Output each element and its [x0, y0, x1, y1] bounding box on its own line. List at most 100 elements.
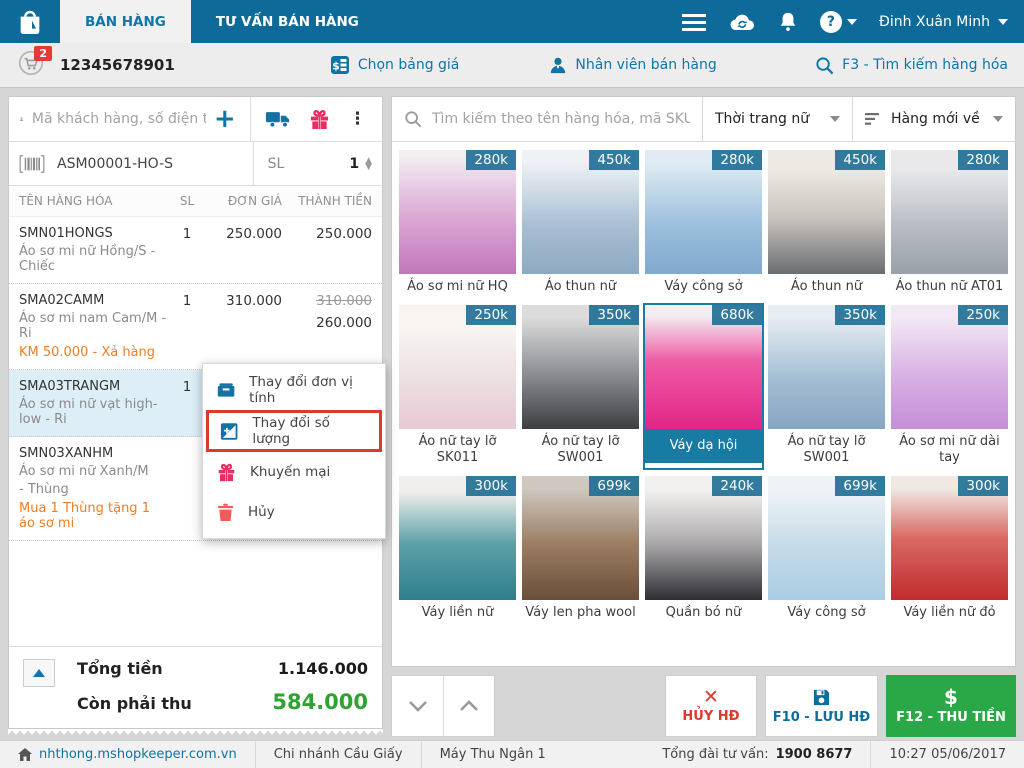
- product-card[interactable]: 250kÁo nữ tay lỡ SK011: [399, 305, 516, 468]
- category-value: Thời trang nữ: [715, 111, 820, 127]
- product-image: 699k: [522, 476, 639, 600]
- sort-dropdown[interactable]: Hàng mới về: [852, 97, 1015, 141]
- scroll-up-button[interactable]: [443, 676, 494, 736]
- cart-button[interactable]: 2: [16, 50, 50, 80]
- product-search-input[interactable]: [432, 111, 690, 127]
- category-dropdown[interactable]: Thời trang nữ: [702, 97, 852, 141]
- qty-value: 1: [349, 156, 359, 172]
- dollar-icon: $: [944, 688, 958, 707]
- help-dropdown[interactable]: ?: [820, 11, 857, 33]
- status-bar: nhthong.mshopkeeper.com.vn Chi nhánh Cầu…: [0, 740, 1024, 768]
- cart-row[interactable]: SMN01HONGS Áo sơ mi nữ Hồng/S - Chiếc 1 …: [9, 217, 382, 284]
- menu-icon[interactable]: [682, 13, 706, 31]
- item-qty: 1: [172, 379, 202, 427]
- tab-ban-hang[interactable]: BÁN HÀNG: [60, 0, 191, 43]
- product-card[interactable]: 450kÁo thun nữ: [768, 150, 885, 297]
- triangle-up-icon: [33, 669, 45, 677]
- product-card[interactable]: 300kVáy liền nữ đỏ: [891, 476, 1008, 623]
- cancel-invoice-label: HỦY HĐ: [682, 709, 739, 724]
- product-card[interactable]: 350kÁo nữ tay lỡ SW001: [768, 305, 885, 468]
- save-invoice-label: F10 - LƯU HĐ: [773, 710, 870, 725]
- branch-name: Chi nhánh Cầu Giấy: [256, 741, 421, 768]
- cancel-invoice-button[interactable]: ✕ HỦY HĐ: [665, 675, 757, 737]
- find-product-button[interactable]: F3 - Tìm kiếm hàng hóa: [815, 56, 1008, 75]
- hotline-item: Tổng đài tư vấn: 1900 8677: [644, 741, 870, 768]
- product-card[interactable]: 280kÁo sơ mi nữ HQ: [399, 150, 516, 297]
- menu-item-delete[interactable]: Hủy: [203, 492, 385, 532]
- customer-search-input[interactable]: [32, 111, 206, 127]
- menu-item-change-unit[interactable]: Thay đổi đơn vị tính: [203, 370, 385, 410]
- product-name: Váy liền nữ đỏ: [891, 600, 1008, 623]
- pay-button[interactable]: $ F12 - THU TIỀN: [886, 675, 1016, 737]
- site-link[interactable]: nhthong.mshopkeeper.com.vn: [39, 747, 237, 762]
- shopping-bag-icon: [14, 6, 46, 38]
- quantity-stepper[interactable]: ▲▼: [365, 158, 372, 170]
- add-customer-button[interactable]: +: [206, 106, 244, 132]
- menu-item-label: Khuyến mại: [250, 464, 330, 480]
- cart-row[interactable]: SMA02CAMM Áo sơ mi nam Cam/M - Ri KM 50.…: [9, 284, 382, 370]
- product-card[interactable]: 450kÁo thun nữ: [522, 150, 639, 297]
- user-menu[interactable]: Đinh Xuân Minh: [879, 14, 1008, 30]
- tab-tu-van-ban-hang[interactable]: TƯ VẤN BÁN HÀNG: [191, 0, 384, 43]
- product-card[interactable]: 240kQuần bó nữ: [645, 476, 762, 623]
- product-card[interactable]: 699kVáy len pha wool: [522, 476, 639, 623]
- price-badge: 300k: [466, 476, 516, 496]
- main-area: + ⋮: [0, 89, 1024, 740]
- menu-item-promotion[interactable]: Khuyến mại: [203, 452, 385, 492]
- save-invoice-button[interactable]: F10 - LƯU HĐ: [765, 675, 878, 737]
- expand-totals-button[interactable]: [23, 659, 55, 687]
- product-name: Váy công sở: [768, 600, 885, 623]
- product-image: 350k: [768, 305, 885, 429]
- delivery-button[interactable]: [256, 110, 300, 129]
- item-price: 310.000: [202, 293, 282, 360]
- sync-cloud-icon[interactable]: [728, 11, 756, 33]
- menu-item-label: Thay đổi số lượng: [252, 415, 368, 447]
- truck-icon: [265, 110, 291, 129]
- gift-icon: [309, 109, 330, 130]
- sort-value: Hàng mới về: [891, 111, 983, 127]
- action-bar: ✕ HỦY HĐ F10 - LƯU HĐ $ F12 - THU TIỀN: [391, 675, 1016, 737]
- product-card[interactable]: 250kÁo sơ mi nữ dài tay: [891, 305, 1008, 468]
- barcode-input[interactable]: ASM00001-HO-S: [57, 156, 247, 172]
- price-badge: 450k: [589, 150, 639, 170]
- pay-label: F12 - THU TIỀN: [896, 710, 1006, 725]
- product-card[interactable]: 699kVáy công sở: [768, 476, 885, 623]
- scroll-down-button[interactable]: [392, 676, 443, 736]
- notifications-bell-icon[interactable]: [778, 11, 798, 33]
- datetime: 10:27 05/06/2017: [871, 741, 1024, 768]
- product-card[interactable]: 300kVáy liền nữ: [399, 476, 516, 623]
- product-grid: 280kÁo sơ mi nữ HQ 450kÁo thun nữ 280kVá…: [392, 142, 1015, 666]
- item-qty: 1: [172, 226, 202, 274]
- chevron-down-icon: [847, 19, 857, 25]
- help-icon: ?: [820, 11, 842, 33]
- product-image: 450k: [768, 150, 885, 274]
- price-list-button[interactable]: $ Chọn bảng giá: [330, 55, 460, 75]
- price-badge: 250k: [466, 305, 516, 325]
- chevron-up-icon: [459, 700, 479, 712]
- col-price: ĐƠN GIÁ: [202, 194, 282, 208]
- product-card-selected[interactable]: 680kVáy dạ hội: [645, 305, 762, 468]
- product-name: Áo nữ tay lỡ SW001: [522, 429, 639, 468]
- gift-button[interactable]: [300, 109, 339, 130]
- menu-item-change-quantity[interactable]: Thay đổi số lượng: [206, 410, 382, 452]
- home-icon: [18, 748, 32, 761]
- product-image: 280k: [891, 150, 1008, 274]
- menu-item-label: Hủy: [248, 504, 275, 520]
- product-search-row: Thời trang nữ Hàng mới về: [392, 97, 1015, 142]
- price-badge: 350k: [835, 305, 885, 325]
- product-card[interactable]: 280kVáy công sở: [645, 150, 762, 297]
- sales-staff-button[interactable]: Nhân viên bán hàng: [549, 56, 716, 74]
- item-total-old: 310.000: [282, 293, 372, 309]
- item-price: 250.000: [202, 226, 282, 274]
- col-total: THÀNH TIỀN: [282, 194, 372, 208]
- col-qty: SL: [172, 194, 202, 208]
- chevron-down-icon: [993, 116, 1003, 122]
- price-badge: 450k: [835, 150, 885, 170]
- hotline-number: 1900 8677: [776, 747, 853, 762]
- product-card[interactable]: 350kÁo nữ tay lỡ SW001: [522, 305, 639, 468]
- product-card[interactable]: 280kÁo thun nữ AT01: [891, 150, 1008, 297]
- customer-phone: 12345678901: [60, 56, 175, 74]
- more-options-icon[interactable]: ⋮: [339, 109, 372, 129]
- col-name: TÊN HÀNG HÓA: [19, 194, 172, 208]
- item-sku: SMN01HONGS: [19, 226, 113, 241]
